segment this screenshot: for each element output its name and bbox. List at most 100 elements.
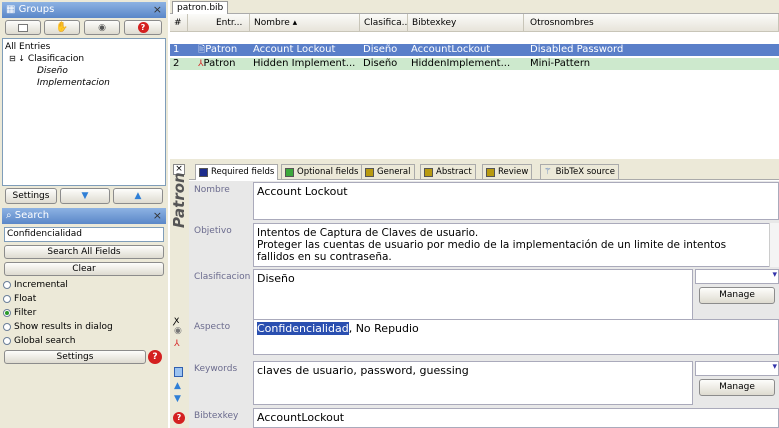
tab-optional-fields[interactable]: Optional fields	[281, 164, 363, 180]
table-row[interactable]: 2 ⅄Patron Hidden Implement... Diseño Hid…	[170, 58, 779, 70]
field-label-keywords: Keywords	[194, 364, 238, 374]
option-label: Filter	[14, 308, 37, 318]
groups-settings-button[interactable]: Settings	[5, 188, 57, 204]
keywords-select[interactable]	[695, 361, 779, 376]
manage-clasificacion-button[interactable]: Manage	[699, 287, 775, 304]
arrow-up-icon[interactable]: ▲	[174, 381, 181, 391]
column-header-bibtexkey[interactable]: Bibtexkey	[408, 14, 524, 32]
clasificacion-field[interactable]: Diseño	[253, 269, 693, 321]
option-label: Float	[14, 294, 37, 304]
blank-page-icon	[18, 23, 28, 32]
option-label: Incremental	[14, 280, 68, 290]
groups-icon: ▦	[6, 4, 19, 15]
search-icon: ⌕	[6, 210, 15, 221]
help-button[interactable]: ?	[124, 20, 162, 35]
keywords-field[interactable]: claves de usuario, password, guessing	[253, 361, 693, 405]
help-icon[interactable]: ?	[148, 350, 162, 364]
new-group-button[interactable]	[5, 20, 41, 35]
editor-tabs: Required fields Optional fields General …	[189, 162, 779, 180]
editor-tool-strip: × Patron ꭗ ◉ ⅄ ▲ ▼ ?	[170, 162, 189, 428]
column-header-number[interactable]: #	[170, 14, 188, 32]
tab-color-icon	[365, 168, 374, 177]
table-row[interactable]: 1 🖹Patron Account Lockout Diseño Account…	[170, 44, 779, 56]
option-float[interactable]: Float	[3, 294, 36, 304]
tab-color-icon	[424, 168, 433, 177]
column-header-clasificacion[interactable]: Clasifica...	[360, 14, 408, 32]
scrollbar[interactable]	[769, 223, 779, 267]
option-show-results-dialog[interactable]: Show results in dialog	[3, 322, 113, 332]
refresh-button[interactable]: ◉	[84, 20, 120, 35]
nombre-cell: Hidden Implement...	[253, 58, 356, 69]
clasificacion-cell: Diseño	[363, 58, 398, 69]
nombre-cell: Account Lockout	[253, 44, 336, 55]
option-filter[interactable]: Filter	[3, 308, 36, 318]
option-global-search[interactable]: Global search	[3, 336, 75, 346]
tree-item-diseno[interactable]: Diseño	[37, 66, 68, 76]
radio-icon	[3, 281, 11, 289]
nombre-field[interactable]: Account Lockout	[253, 182, 779, 220]
search-all-fields-button[interactable]: Search All Fields	[4, 245, 164, 259]
move-down-button[interactable]: ▼	[60, 188, 110, 204]
entry-type-label: Patron	[205, 44, 238, 55]
edit-group-button[interactable]: ✋	[44, 20, 80, 35]
column-header-entry-type[interactable]: Entr...	[188, 14, 250, 32]
tab-general[interactable]: General	[361, 164, 415, 180]
close-icon[interactable]: ×	[153, 2, 162, 18]
field-label-bibtexkey: Bibtexkey	[194, 411, 239, 421]
tab-label: General	[377, 167, 411, 177]
bibtexkey-field[interactable]: AccountLockout	[253, 408, 779, 428]
objetivo-line: Intentos de Captura de Claves de usuario…	[257, 227, 479, 239]
hand-icon: ✋	[55, 22, 69, 33]
radio-icon	[3, 323, 11, 331]
otrosnombres-cell: Disabled Password	[530, 44, 624, 55]
search-title-bar: ⌕ Search ×	[2, 208, 166, 224]
tab-bibtex-source[interactable]: ⚚ BibTeX source	[540, 164, 619, 180]
entry-table: # Entr... Nombre ▴ Clasifica... Bibtexke…	[170, 14, 779, 159]
help-icon: ?	[137, 22, 149, 33]
copy-icon[interactable]	[174, 367, 183, 377]
entry-type-cell: ⅄Patron	[188, 58, 250, 70]
column-header-nombre[interactable]: Nombre ▴	[250, 14, 360, 32]
tab-abstract[interactable]: Abstract	[420, 164, 476, 180]
collapse-icon[interactable]: ⊟	[9, 54, 18, 63]
objetivo-line: Proteger las cuentas de usuario por medi…	[257, 239, 727, 251]
pdf-icon[interactable]: ⅄	[174, 339, 180, 349]
clasificacion-cell: Diseño	[363, 44, 398, 55]
tab-label: Required fields	[211, 167, 275, 177]
otrosnombres-cell: Mini-Pattern	[530, 58, 591, 69]
disk-icon: ◉	[98, 22, 106, 33]
close-icon[interactable]: ×	[153, 208, 162, 224]
move-up-button[interactable]: ▲	[113, 188, 163, 204]
tab-required-fields[interactable]: Required fields	[195, 164, 279, 180]
clear-button[interactable]: Clear	[4, 262, 164, 276]
tree-group-clasificacion[interactable]: ⊟ ↓ Clasificacion	[9, 54, 84, 64]
row-number: 2	[173, 58, 180, 69]
objetivo-field[interactable]: Intentos de Captura de Claves de usuario…	[253, 223, 779, 267]
search-input[interactable]: Confidencialidad	[4, 227, 164, 242]
tab-label: BibTeX source	[555, 167, 615, 177]
option-label: Global search	[14, 336, 76, 346]
option-incremental[interactable]: Incremental	[3, 280, 68, 290]
field-label-aspecto: Aspecto	[194, 322, 231, 332]
field-label-objetivo: Objetivo	[194, 226, 232, 236]
sort-az-icon: ↓	[18, 54, 25, 63]
arrow-down-icon[interactable]: ▼	[174, 394, 181, 404]
manage-keywords-button[interactable]: Manage	[699, 379, 775, 396]
option-label: Show results in dialog	[14, 322, 113, 332]
tab-review[interactable]: Review	[482, 164, 533, 180]
disk-icon[interactable]: ◉	[174, 326, 182, 336]
column-header-otrosnombres[interactable]: Otrosnombres	[524, 14, 779, 32]
field-label-nombre: Nombre	[194, 185, 230, 195]
clasificacion-select[interactable]	[695, 269, 779, 284]
file-tab-bar: patron.bib	[170, 0, 779, 14]
search-settings-button[interactable]: Settings	[4, 350, 146, 364]
tree-all-entries[interactable]: All Entries	[5, 42, 50, 52]
tab-patron-bib[interactable]: patron.bib	[172, 1, 229, 14]
cleanup-icon[interactable]: ꭗ	[174, 312, 179, 326]
tree-item-implementacion[interactable]: Implementacion	[37, 78, 110, 88]
tab-color-icon	[285, 168, 294, 177]
aspecto-field[interactable]: Confidencialidad, No Repudio	[253, 319, 779, 355]
help-icon[interactable]: ?	[173, 412, 185, 424]
arrow-down-icon: ▼	[81, 191, 89, 201]
bibtex-icon: ⚚	[544, 167, 552, 177]
